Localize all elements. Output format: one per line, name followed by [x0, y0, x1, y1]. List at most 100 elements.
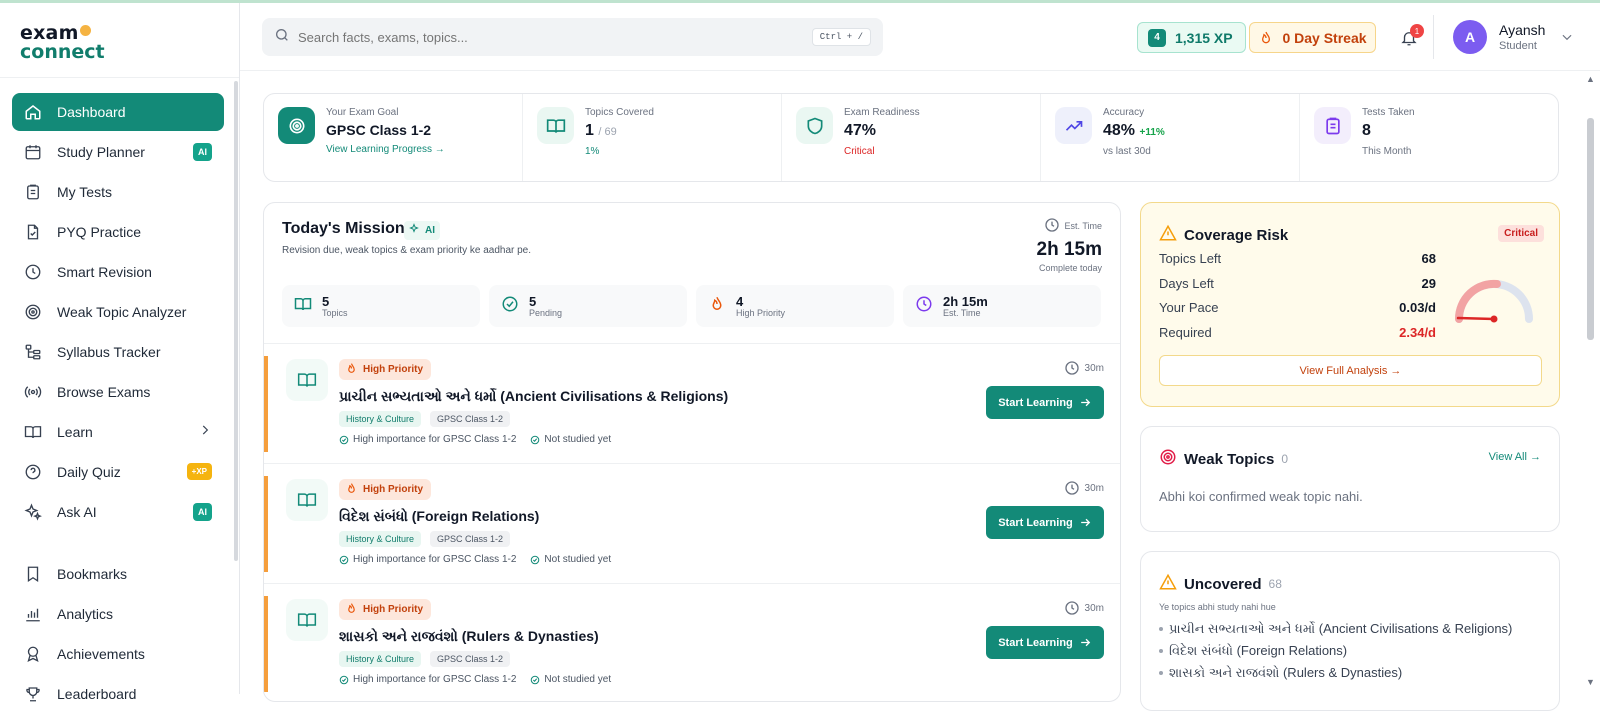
sidebar-item-achievements[interactable]: Achievements	[12, 634, 224, 673]
stat-accuracy: Accuracy 48% +11% vs last 30d	[1041, 94, 1300, 181]
sidebar-item-dashboard[interactable]: Dashboard	[12, 93, 224, 131]
app-logo[interactable]: exam connect	[0, 3, 239, 78]
start-learning-button[interactable]: Start Learning	[986, 506, 1104, 539]
clock-icon	[1064, 481, 1079, 495]
logo-text-bottom: connect	[20, 41, 105, 63]
uncovered-subtitle: Ye topics abhi study nahi hue	[1159, 602, 1276, 612]
search-icon	[274, 27, 290, 48]
sidebar-item-pyq-practice[interactable]: PYQ Practice	[12, 212, 224, 251]
list-item[interactable]: પ્રાચીન સભ્યતાઓ અને ધર્મો (Ancient Civil…	[1159, 618, 1512, 640]
risk-row-days-left: Days Left 29	[1159, 276, 1436, 291]
task-meta-status: Not studied yet	[530, 554, 611, 565]
clock-icon	[1064, 601, 1079, 615]
mission-title: Today's Mission	[282, 220, 405, 237]
mission-subtitle: Revision due, weak topics & exam priorit…	[282, 245, 532, 256]
sidebar-item-label: Daily Quiz	[57, 463, 121, 480]
task-duration: 30m	[1064, 360, 1104, 376]
search-input[interactable]	[298, 29, 812, 45]
sidebar-item-browse-exams[interactable]: Browse Exams	[12, 372, 224, 411]
stat-value: 48%	[1103, 122, 1136, 139]
clock-icon	[24, 263, 42, 281]
sidebar-item-my-tests[interactable]: My Tests	[12, 172, 224, 211]
sidebar-item-label: Ask AI	[57, 503, 97, 520]
view-full-analysis-button[interactable]: View Full Analysis →	[1159, 355, 1542, 386]
sidebar-item-analytics[interactable]: Analytics	[12, 594, 224, 633]
flame-icon	[345, 602, 358, 618]
mini-stat-est-time: 2h 15m Est. Time	[903, 285, 1101, 327]
sidebar-item-label: Smart Revision	[57, 263, 152, 280]
target-icon	[1159, 448, 1177, 470]
uncovered-title: Uncovered	[1184, 575, 1262, 593]
subject-tag: History & Culture	[339, 411, 422, 427]
sidebar-item-learn[interactable]: Learn	[12, 412, 224, 451]
notification-button[interactable]: 1	[1400, 24, 1424, 49]
mini-stat-label: Topics	[322, 307, 348, 318]
sidebar-item-weak-topic-analyzer[interactable]: Weak Topic Analyzer	[12, 292, 224, 331]
sidebar-scrollbar[interactable]	[234, 81, 238, 561]
mini-stat-value: 5	[322, 293, 330, 309]
mission-task: High Priority વિદેશ સંબંધો (Foreign Rela…	[264, 464, 1120, 584]
main-scrollbar[interactable]	[1587, 118, 1594, 340]
sidebar-item-label: Dashboard	[57, 104, 126, 120]
task-title[interactable]: શાસકો અને રાજવંશો (Rulers & Dynasties)	[339, 628, 599, 645]
bookmark-icon	[24, 565, 42, 583]
view-learning-progress-link[interactable]: View Learning Progress →	[326, 144, 445, 155]
help-circle-icon	[24, 463, 42, 481]
sidebar-item-study-planner[interactable]: Study Planner AI	[12, 132, 224, 171]
chevron-down-icon[interactable]	[1560, 30, 1574, 49]
shield-icon	[796, 107, 833, 144]
priority-badge: High Priority	[339, 599, 432, 620]
start-learning-button[interactable]: Start Learning	[986, 386, 1104, 419]
top-header: Ctrl + / 4 1,315 XP 0 Day Streak 1 A Aya…	[240, 3, 1600, 71]
tree-icon	[24, 343, 42, 361]
book-open-icon	[537, 107, 574, 144]
sidebar-item-label: Weak Topic Analyzer	[57, 303, 187, 320]
check-circle-icon	[531, 675, 540, 684]
mini-stat-value: 2h 15m	[943, 293, 988, 309]
mission-est-time: Est. Time 2h 15m Complete today	[1037, 217, 1102, 273]
xp-display[interactable]: 4 1,315 XP	[1137, 22, 1246, 53]
weak-topics-empty-message: Abhi koi confirmed weak topic nahi.	[1159, 489, 1363, 504]
search-bar[interactable]: Ctrl + /	[262, 18, 883, 56]
list-item[interactable]: વિદેશ સંબંધો (Foreign Relations)	[1159, 640, 1512, 662]
coverage-risk-card: Coverage Risk Critical Topics Left 68 Day…	[1140, 202, 1560, 407]
exam-tag: GPSC Class 1-2	[430, 531, 511, 547]
sidebar-nav: Dashboard Study Planner AI My Tests PYQ …	[12, 93, 224, 532]
sidebar-item-daily-quiz[interactable]: Daily Quiz +XP	[12, 452, 224, 491]
mini-stat-value: 5	[529, 293, 537, 309]
warning-icon	[1159, 224, 1177, 246]
sidebar-item-smart-revision[interactable]: Smart Revision	[12, 252, 224, 291]
trending-up-icon	[1055, 107, 1092, 144]
stat-label: Accuracy	[1103, 107, 1145, 118]
list-item[interactable]: શાસકો અને રાજવંશો (Rulers & Dynasties)	[1159, 662, 1512, 684]
avatar[interactable]: A	[1453, 20, 1487, 54]
chevron-right-icon	[198, 423, 212, 440]
sidebar-item-ask-ai[interactable]: Ask AI AI	[12, 492, 224, 531]
sidebar-item-label: My Tests	[57, 183, 112, 200]
scroll-up-arrow[interactable]: ▲	[1586, 74, 1595, 84]
book-open-icon	[286, 359, 328, 401]
view-all-link[interactable]: View All →	[1489, 451, 1541, 463]
mission-task: High Priority પ્રાચીન સભ્યતાઓ અને ધર્મો …	[264, 344, 1120, 464]
user-name[interactable]: Ayansh	[1499, 22, 1545, 38]
sidebar-item-bookmarks[interactable]: Bookmarks	[12, 554, 224, 593]
stat-label: Topics Covered	[585, 107, 654, 118]
sparkles-icon	[24, 502, 42, 521]
clipboard-icon	[1314, 107, 1351, 144]
streak-display[interactable]: 0 Day Streak	[1249, 22, 1376, 53]
award-icon	[24, 645, 42, 663]
task-title[interactable]: પ્રાચીન સભ્યતાઓ અને ધર્મો (Ancient Civil…	[339, 388, 728, 405]
risk-row-your-pace: Your Pace 0.03/d	[1159, 300, 1436, 315]
start-learning-button[interactable]: Start Learning	[986, 626, 1104, 659]
clock-icon	[1064, 361, 1079, 375]
flame-icon	[708, 295, 726, 318]
task-title[interactable]: વિદેશ સંબંધો (Foreign Relations)	[339, 508, 539, 525]
priority-bar	[264, 356, 268, 452]
task-duration: 30m	[1064, 600, 1104, 616]
user-role: Student	[1499, 40, 1537, 52]
scroll-down-arrow[interactable]: ▼	[1586, 677, 1595, 687]
task-meta-status: Not studied yet	[530, 674, 611, 685]
sidebar-item-syllabus-tracker[interactable]: Syllabus Tracker	[12, 332, 224, 371]
file-icon	[24, 223, 42, 241]
xp-value: 1,315 XP	[1175, 29, 1233, 46]
